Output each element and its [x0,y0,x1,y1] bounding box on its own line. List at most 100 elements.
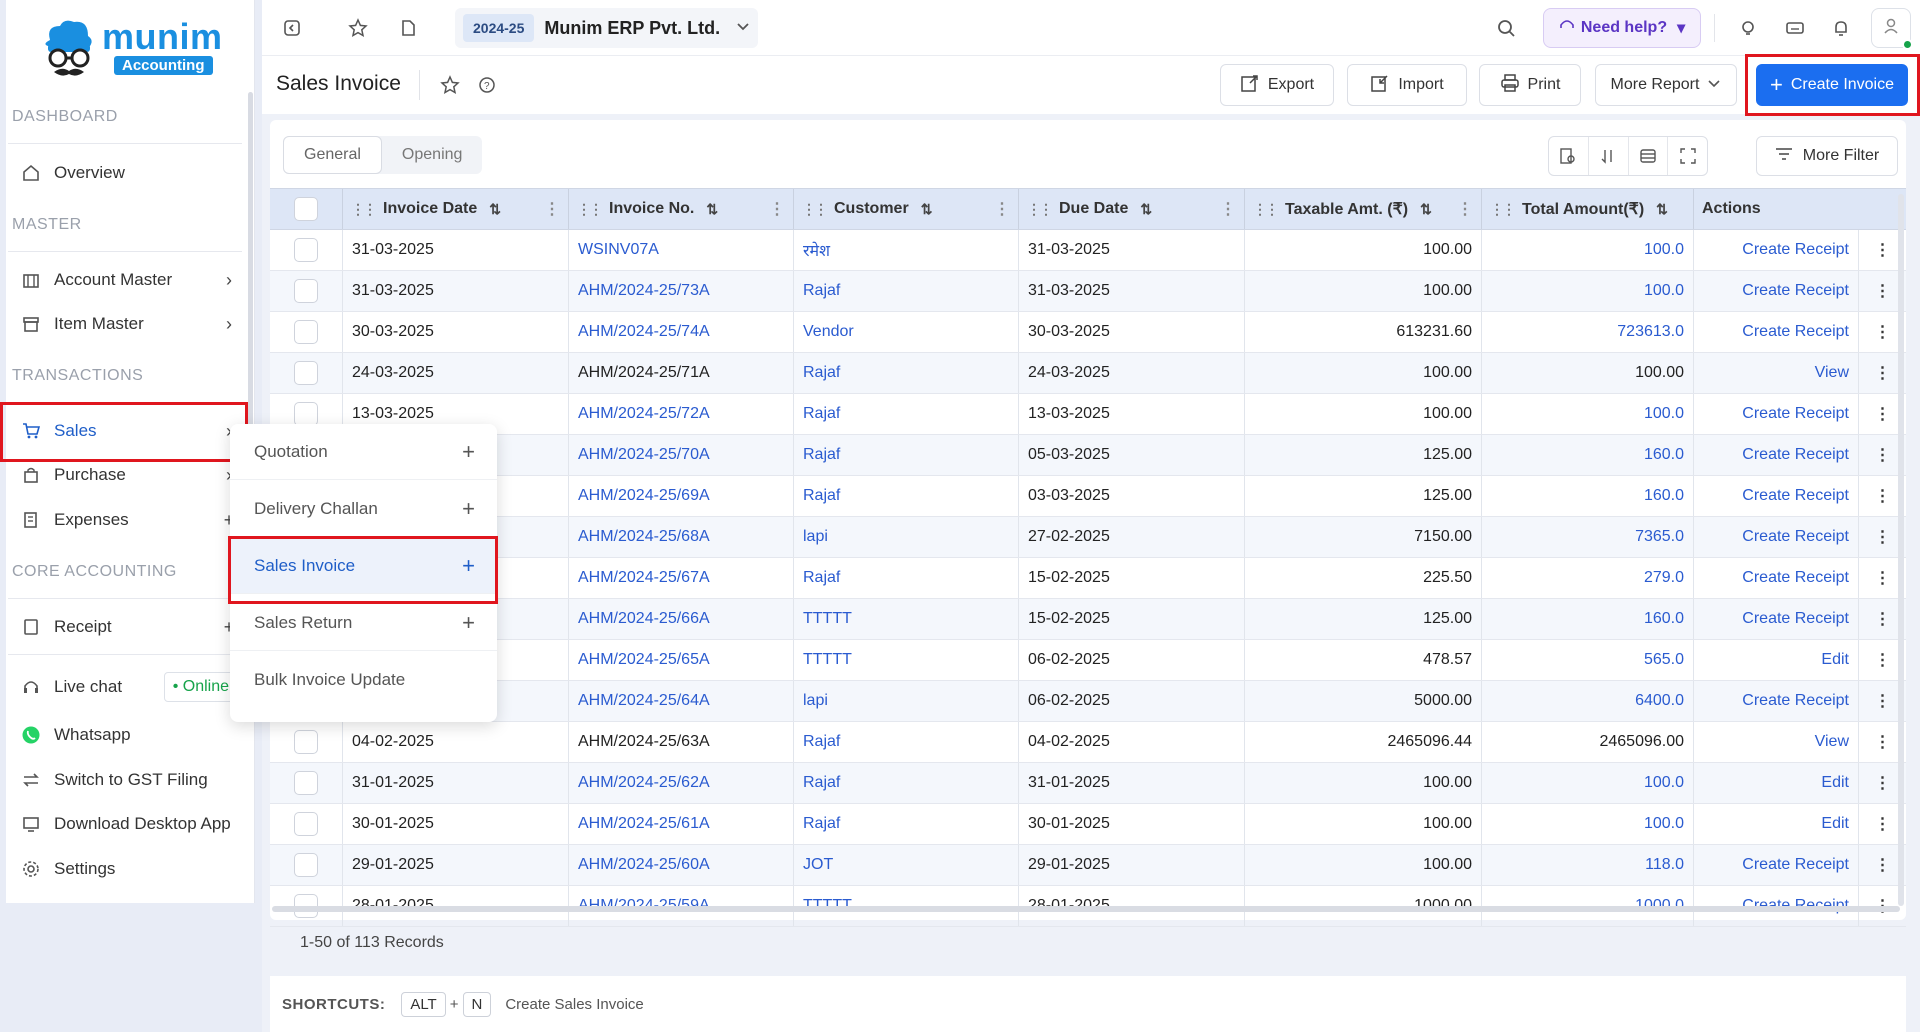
user-avatar[interactable] [1871,8,1913,50]
add-icon[interactable]: + [462,610,475,636]
drag-handle-icon[interactable]: ⋮⋮ [802,201,828,218]
favorite-star-icon[interactable] [434,69,466,101]
submenu-item-delivery-challan[interactable]: Delivery Challan + [230,481,497,537]
cell-action[interactable]: View [1694,353,1859,393]
table-row[interactable]: 31-03-2025 AHM/2024-25/73A Rajaf 31-03-2025… [270,271,1906,312]
table-row[interactable]: 31-01-2025 AHM/2024-25/62A Rajaf 31-01-2025… [270,763,1906,804]
table-row[interactable]: 29-01-2025 AHM/2024-25/60A JOT 29-01-2025 10… [270,845,1906,886]
cell-invoice-no[interactable]: AHM/2024-25/66A [569,599,794,639]
submenu-item-quotation[interactable]: Quotation + [230,424,497,480]
cell-action[interactable]: Create Receipt [1694,394,1859,434]
tab-general[interactable]: General [283,136,382,174]
cell-customer[interactable]: Rajaf [794,804,1019,844]
table-row[interactable]: 27-02-2025AHM/2024-25/68Alapi27-02-20257… [270,517,1906,558]
sidebar-item-whatsapp[interactable]: Whatsapp [8,716,242,754]
row-density-icon[interactable] [1629,137,1669,175]
row-checkbox[interactable] [294,320,318,344]
cell-customer[interactable]: रमेश [794,230,1019,270]
table-row[interactable]: 13-03-2025 AHM/2024-25/72A Rajaf 13-03-2025… [270,394,1906,435]
tab-opening[interactable]: Opening [382,136,483,174]
column-customer[interactable]: ⋮⋮ Customer ⇅ ⋮ [794,189,1019,229]
print-button[interactable]: Print [1479,64,1581,106]
submenu-item-sales-invoice[interactable]: Sales Invoice + [230,538,497,594]
cell-invoice-no[interactable]: AHM/2024-25/65A [569,640,794,680]
row-checkbox[interactable] [294,812,318,836]
cell-invoice-no[interactable]: WSINV07A [569,230,794,270]
column-menu-icon[interactable]: ⋮ [1220,199,1236,219]
cell-action[interactable]: Edit [1694,640,1859,680]
fullscreen-icon[interactable] [1668,137,1707,175]
star-icon[interactable] [342,12,374,44]
column-menu-icon[interactable]: ⋮ [544,199,560,219]
more-report-dropdown[interactable]: More Report [1595,64,1737,106]
sidebar-item-expenses[interactable]: Expenses + [8,501,242,539]
row-checkbox[interactable] [294,730,318,754]
sidebar-item-receipt[interactable]: Receipt + [8,608,242,646]
row-checkbox[interactable] [294,402,318,426]
cell-action[interactable]: Create Receipt [1694,558,1859,598]
cell-customer[interactable]: Rajaf [794,763,1019,803]
table-row[interactable]: 31-03-2025 WSINV07A रमेश 31-03-2025 100.00 10… [270,230,1906,271]
cell-action[interactable]: Edit [1694,763,1859,803]
drag-handle-icon[interactable]: ⋮⋮ [577,201,603,218]
notification-bell-icon[interactable] [1825,12,1857,44]
cell-action[interactable]: View [1694,722,1859,762]
add-icon[interactable]: + [462,553,475,579]
drag-handle-icon[interactable]: ⋮⋮ [1027,201,1053,218]
drag-handle-icon[interactable]: ⋮⋮ [351,201,377,218]
submenu-item-sales-return[interactable]: Sales Return + [230,595,497,651]
cell-customer[interactable]: Rajaf [794,476,1019,516]
export-button[interactable]: Export [1220,64,1334,106]
cell-invoice-no[interactable]: AHM/2024-25/69A [569,476,794,516]
cell-customer[interactable]: Rajaf [794,722,1019,762]
sidebar-item-live-chat[interactable]: Live chat • Online [8,668,242,706]
row-checkbox[interactable] [294,238,318,262]
submenu-item-bulk-invoice-update[interactable]: Bulk Invoice Update [230,652,497,708]
sort-icon[interactable]: ⇅ [706,201,718,218]
row-checkbox[interactable] [294,279,318,303]
table-row[interactable]: 30-03-2025 AHM/2024-25/74A Vendor 30-03-202… [270,312,1906,353]
more-filter-button[interactable]: More Filter [1756,136,1898,176]
table-row[interactable]: 15-02-2025AHM/2024-25/66ATTTTT15-02-2025… [270,599,1906,640]
table-row[interactable]: 15-02-2025AHM/2024-25/67ARajaf15-02-2025… [270,558,1906,599]
search-document-icon[interactable] [1549,137,1589,175]
column-menu-icon[interactable]: ⋮ [769,199,785,219]
cell-invoice-no[interactable]: AHM/2024-25/60A [569,845,794,885]
file-icon[interactable] [392,12,424,44]
cell-action[interactable]: Create Receipt [1694,271,1859,311]
horizontal-scrollbar[interactable] [272,906,1900,912]
column-invoice-date[interactable]: ⋮⋮ Invoice Date ⇅ ⋮ [343,189,569,229]
sidebar-item-sales[interactable]: Sales › [8,412,242,450]
cell-invoice-no[interactable]: AHM/2024-25/61A [569,804,794,844]
sort-icon[interactable]: ⇅ [1656,201,1668,218]
row-checkbox[interactable] [294,853,318,877]
table-row[interactable]: 06-02-2025AHM/2024-25/65ATTTTT06-02-2025… [270,640,1906,681]
sort-icon[interactable] [1589,137,1629,175]
cell-action[interactable]: Create Receipt [1694,435,1859,475]
cell-customer[interactable]: Rajaf [794,394,1019,434]
sort-icon[interactable]: ⇅ [921,201,933,218]
cell-invoice-no[interactable]: AHM/2024-25/73A [569,271,794,311]
cell-invoice-no[interactable]: AHM/2024-25/62A [569,763,794,803]
table-row[interactable]: 05-03-2025AHM/2024-25/70ARajaf05-03-2025… [270,435,1906,476]
add-icon[interactable]: + [462,439,475,465]
sidebar-item-switch-gst[interactable]: Switch to GST Filing [8,761,242,799]
drag-handle-icon[interactable]: ⋮⋮ [1490,201,1516,218]
import-button[interactable]: Import [1347,64,1467,106]
sort-icon[interactable]: ⇅ [1140,201,1152,218]
table-row[interactable]: 04-02-2025 AHM/2024-25/63A Rajaf 04-02-2025… [270,722,1906,763]
cell-invoice-no[interactable]: AHM/2024-25/74A [569,312,794,352]
collapse-sidebar-icon[interactable] [276,12,308,44]
add-icon[interactable]: + [462,496,475,522]
sidebar-item-item-master[interactable]: Item Master › [8,305,242,343]
help-circle-icon[interactable]: ? [471,69,503,101]
sidebar-item-account-master[interactable]: Account Master › [8,261,242,299]
sort-icon[interactable]: ⇅ [489,201,501,218]
cell-customer[interactable]: JOT [794,845,1019,885]
sidebar-item-download-app[interactable]: Download Desktop App [8,805,242,843]
cell-action[interactable]: Create Receipt [1694,599,1859,639]
cell-customer[interactable]: Rajaf [794,435,1019,475]
row-checkbox[interactable] [294,771,318,795]
sort-icon[interactable]: ⇅ [1420,201,1432,218]
cell-action[interactable]: Create Receipt [1694,230,1859,270]
